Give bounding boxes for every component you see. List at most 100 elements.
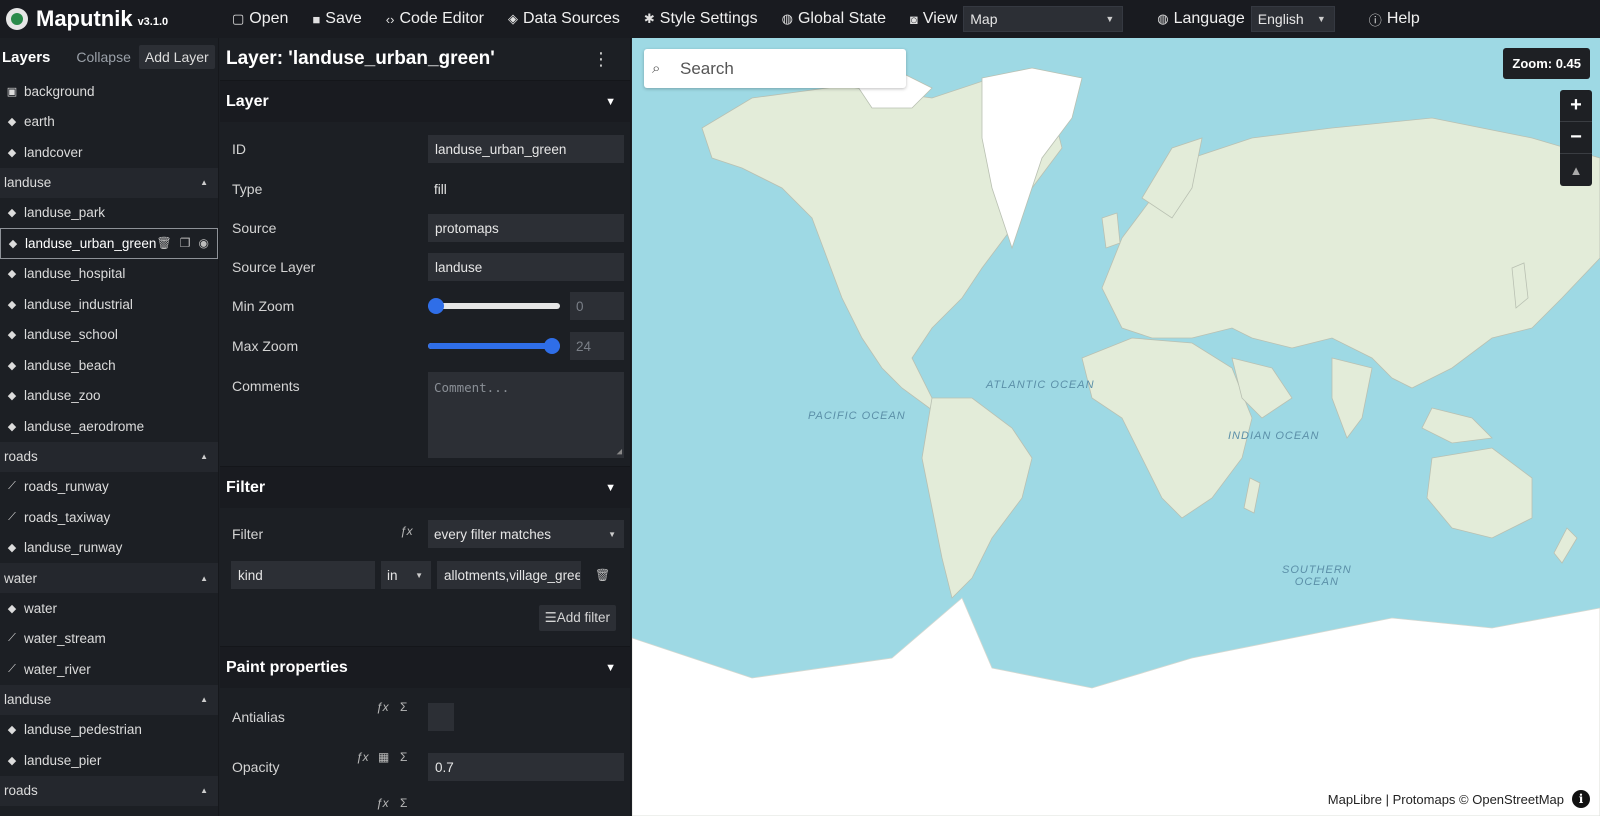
- zoom-in-button[interactable]: +: [1560, 90, 1592, 122]
- filter-operator-select[interactable]: in ▼: [381, 561, 431, 589]
- antialias-label: Antialias: [232, 709, 285, 725]
- layer-item-landuse_hospital[interactable]: ◆ landuse_hospital: [0, 259, 218, 290]
- filter-key-input[interactable]: kind: [231, 561, 375, 589]
- slider-handle[interactable]: [544, 338, 560, 354]
- function-icon[interactable]: ƒx: [356, 750, 369, 764]
- filter-section-header[interactable]: Filter ▼: [220, 466, 630, 508]
- code-icon: ‹›: [385, 11, 395, 27]
- paint-section-header[interactable]: Paint properties ▼: [220, 646, 630, 688]
- fill-icon: ◆: [8, 237, 18, 250]
- min-zoom-input[interactable]: 0: [570, 292, 624, 320]
- layer-item-landuse_urban_green[interactable]: ◆ landuse_urban_green 🗑 ❐ ◉: [0, 228, 218, 259]
- layer-item-water[interactable]: ◆ water: [0, 593, 218, 624]
- map-view[interactable]: PACIFIC OCEAN ATLANTIC OCEAN INDIAN OCEA…: [632, 38, 1600, 816]
- code-editor-button[interactable]: ‹› Code Editor: [374, 0, 496, 38]
- view-select[interactable]: Map ▼: [963, 6, 1124, 32]
- layer-item-landuse_industrial[interactable]: ◆ landuse_industrial: [0, 289, 218, 320]
- layer-item-landcover[interactable]: ◆ landcover: [0, 137, 218, 168]
- open-label: Open: [249, 10, 289, 27]
- layer-item-roads_runway[interactable]: ⟋ roads_runway: [0, 472, 218, 503]
- antialias-checkbox[interactable]: [428, 703, 454, 731]
- layer-group-landuse[interactable]: landuse ▲: [0, 684, 218, 715]
- maputnik-logo-icon: [6, 8, 28, 30]
- filter-values-input[interactable]: allotments,village_gree: [437, 561, 581, 589]
- brand[interactable]: Maputnik v3.1.0: [0, 6, 220, 32]
- language-select[interactable]: English ▼: [1250, 6, 1335, 32]
- layer-item-label: landuse_pier: [24, 752, 102, 768]
- layer-item-landuse_runway[interactable]: ◆ landuse_runway: [0, 533, 218, 564]
- layer-item-landuse_aerodrome[interactable]: ◆ landuse_aerodrome: [0, 411, 218, 442]
- layer-item-landuse_beach[interactable]: ◆ landuse_beach: [0, 350, 218, 381]
- layer-item-landuse_school[interactable]: ◆ landuse_school: [0, 320, 218, 351]
- source-input[interactable]: protomaps: [428, 214, 624, 242]
- info-icon[interactable]: i: [1572, 790, 1590, 808]
- layer-item-landuse_zoo[interactable]: ◆ landuse_zoo: [0, 381, 218, 412]
- layer-group-landuse[interactable]: landuse ▲: [0, 167, 218, 198]
- southern-ocean-line-1: SOUTHERN: [1282, 564, 1352, 576]
- save-button[interactable]: ■ Save: [300, 0, 373, 38]
- layer-item-landuse_pier[interactable]: ◆ landuse_pier: [0, 745, 218, 776]
- add-layer-button[interactable]: Add Layer: [138, 45, 215, 69]
- chevron-up-icon[interactable]: ▲: [200, 695, 208, 704]
- chevron-up-icon[interactable]: ▲: [200, 574, 208, 583]
- layer-group-water[interactable]: water ▲: [0, 563, 218, 593]
- data-driven-icon[interactable]: ▦: [378, 750, 389, 764]
- layer-section-header[interactable]: Layer ▼: [220, 80, 630, 122]
- layer-item-earth[interactable]: ◆ earth: [0, 107, 218, 138]
- source-layer-label: Source Layer: [232, 259, 316, 275]
- slider-handle[interactable]: [428, 298, 444, 314]
- more-options-icon[interactable]: ⋮: [592, 49, 610, 70]
- global-state-button[interactable]: ◍ Global State: [770, 0, 898, 38]
- layer-item-background[interactable]: ▣ background: [0, 76, 218, 107]
- filter-mode-select[interactable]: every filter matches ▼: [428, 520, 624, 548]
- expression-sigma-icon[interactable]: Σ: [400, 700, 407, 714]
- style-settings-label: Style Settings: [659, 10, 758, 27]
- layer-group-roads[interactable]: roads ▲: [0, 441, 218, 472]
- add-filter-button[interactable]: ☰Add filter: [538, 605, 616, 631]
- chevron-up-icon[interactable]: ▲: [200, 452, 208, 461]
- india-shape: [1331, 357, 1373, 439]
- layer-item-label: landuse_beach: [24, 357, 116, 373]
- expression-sigma-icon[interactable]: Σ: [400, 750, 407, 764]
- chevron-up-icon[interactable]: ▲: [200, 178, 208, 187]
- source-layer-input[interactable]: landuse: [428, 253, 624, 281]
- zoom-out-button[interactable]: −: [1560, 122, 1592, 154]
- expression-sigma-icon[interactable]: Σ: [400, 796, 407, 810]
- compass-button[interactable]: ▲: [1560, 154, 1592, 186]
- layer-group-roads[interactable]: roads ▲: [0, 775, 218, 806]
- layer-item-water_stream[interactable]: ⟋ water_stream: [0, 624, 218, 655]
- function-icon[interactable]: ƒx: [376, 700, 389, 714]
- function-icon[interactable]: ƒx: [400, 524, 413, 538]
- function-icon[interactable]: ƒx: [376, 796, 389, 810]
- id-input[interactable]: landuse_urban_green: [428, 135, 624, 163]
- visibility-eye-icon[interactable]: ◉: [199, 236, 209, 250]
- min-zoom-slider[interactable]: [428, 298, 560, 314]
- max-zoom-input[interactable]: 24: [570, 332, 624, 360]
- fill-icon: ◆: [7, 542, 17, 555]
- help-button[interactable]: ⓘ Help: [1357, 0, 1432, 38]
- map-search-box[interactable]: ⌕ Search: [644, 49, 906, 88]
- max-zoom-slider[interactable]: [428, 338, 560, 354]
- duplicate-layer-icon[interactable]: ❐: [180, 236, 191, 250]
- resize-grip-icon[interactable]: ◢: [617, 447, 622, 457]
- layer-item-landuse_park[interactable]: ◆ landuse_park: [0, 198, 218, 229]
- style-settings-button[interactable]: ✱ Style Settings: [632, 0, 770, 38]
- delete-filter-icon[interactable]: 🗑: [595, 568, 610, 582]
- world-map-canvas[interactable]: [632, 38, 1600, 816]
- background-icon: ▣: [6, 85, 18, 98]
- collapse-button[interactable]: Collapse: [76, 49, 130, 65]
- data-sources-button[interactable]: ◈ Data Sources: [496, 0, 632, 38]
- delete-layer-icon[interactable]: 🗑: [157, 236, 172, 250]
- open-button[interactable]: ▢ Open: [220, 0, 300, 38]
- opacity-input[interactable]: 0.7: [428, 753, 624, 781]
- chevron-up-icon[interactable]: ▲: [200, 786, 208, 795]
- layer-item-roads_taxiway[interactable]: ⟋ roads_taxiway: [0, 502, 218, 533]
- layer-item-water_river[interactable]: ⟋ water_river: [0, 654, 218, 685]
- maputnik-app: Maputnik v3.1.0 ▢ Open ■ Save ‹› Code Edito…: [0, 0, 1600, 816]
- comments-textarea[interactable]: Comment... ◢: [428, 372, 624, 458]
- fill-icon: ◆: [7, 329, 17, 342]
- attribution-text[interactable]: MapLibre | Protomaps © OpenStreetMap: [1328, 792, 1564, 807]
- layer-item-landuse_pedestrian[interactable]: ◆ landuse_pedestrian: [0, 715, 218, 746]
- africa-shape: [1081, 337, 1253, 519]
- australia-shape: [1426, 447, 1533, 539]
